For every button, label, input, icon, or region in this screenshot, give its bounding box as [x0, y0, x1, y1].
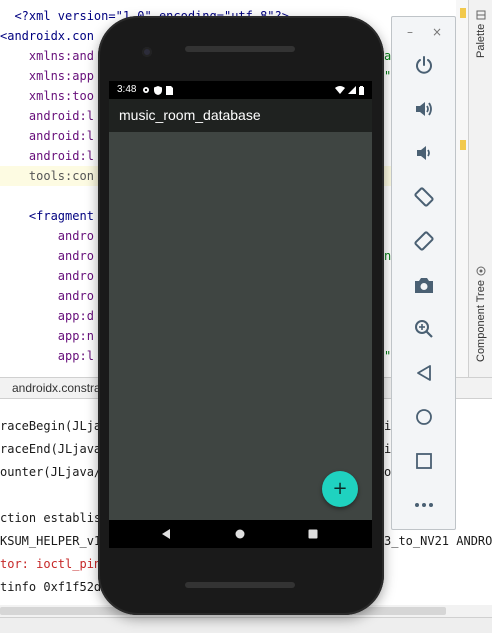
- volume-down-button[interactable]: [411, 140, 437, 166]
- side-tool-tabs: Palette Component Tree: [468, 0, 492, 377]
- rotate-right-icon: [414, 231, 434, 251]
- home-icon: [416, 409, 432, 425]
- nav-recents-button[interactable]: [293, 520, 333, 548]
- earpiece-speaker: [185, 46, 295, 52]
- component-tree-icon: [476, 266, 486, 276]
- app-content-area[interactable]: [109, 132, 372, 520]
- rotate-right-button[interactable]: [411, 228, 437, 254]
- add-fab-button[interactable]: +: [322, 471, 358, 507]
- nav-back-button[interactable]: [146, 520, 186, 548]
- rotate-left-button[interactable]: [411, 184, 437, 210]
- more-icon: [415, 503, 433, 507]
- overview-button[interactable]: [411, 448, 437, 474]
- back-triangle-icon: [162, 529, 170, 539]
- zoom-button[interactable]: [411, 316, 437, 342]
- component-tree-tab[interactable]: Component Tree: [471, 258, 491, 362]
- bottom-speaker: [185, 582, 295, 588]
- ide-status-bar: [0, 617, 492, 633]
- volume-up-icon: [416, 102, 432, 116]
- palette-tab-label: Palette: [475, 23, 487, 58]
- warning-marker[interactable]: [460, 8, 466, 18]
- zoom-icon: [415, 320, 433, 338]
- power-button[interactable]: [411, 52, 437, 78]
- wifi-icon: [335, 86, 345, 94]
- nav-home-button[interactable]: [220, 520, 260, 548]
- front-camera: [142, 47, 152, 57]
- breadcrumb-item[interactable]: androidx.constra: [12, 381, 101, 395]
- editor-marker-strip: [456, 0, 468, 377]
- android-nav-bar: [109, 520, 372, 548]
- home-button[interactable]: [411, 404, 437, 430]
- minimize-button[interactable]: –: [400, 23, 420, 41]
- status-time: 3:48: [117, 84, 137, 95]
- palette-tab[interactable]: Palette: [471, 6, 491, 58]
- plus-icon: +: [332, 478, 348, 499]
- recents-square-icon: [308, 529, 318, 539]
- close-button[interactable]: ×: [427, 23, 447, 41]
- emulator-screen[interactable]: 3:48 music_room_database +: [109, 81, 372, 548]
- app-title: music_room_database: [119, 107, 261, 123]
- battery-icon: [359, 85, 364, 95]
- volume-up-button[interactable]: [411, 96, 437, 122]
- rotate-left-icon: [414, 187, 434, 207]
- camera-icon: [415, 278, 433, 293]
- minimize-icon: –: [407, 25, 413, 39]
- home-circle-icon: [235, 529, 245, 539]
- android-status-bar: 3:48: [109, 81, 372, 99]
- volume-down-icon: [417, 146, 430, 160]
- warning-marker[interactable]: [460, 140, 466, 150]
- component-tree-tab-label: Component Tree: [475, 280, 487, 362]
- cell-signal-icon: [348, 86, 356, 94]
- sim-card-icon: [166, 85, 173, 95]
- settings-gear-icon: [143, 87, 149, 93]
- more-button[interactable]: [411, 492, 437, 518]
- overview-icon: [416, 453, 432, 469]
- emulator-toolbar: – ×: [391, 16, 456, 530]
- screenshot-button[interactable]: [411, 272, 437, 298]
- log-line-tail: 3_to_NV21 ANDROI: [384, 534, 492, 548]
- app-bar: music_room_database: [109, 99, 372, 132]
- shield-icon: [154, 85, 162, 95]
- back-button[interactable]: [411, 360, 437, 386]
- palette-icon: [476, 10, 486, 20]
- close-icon: ×: [431, 25, 443, 39]
- back-icon: [417, 365, 431, 381]
- power-icon: [416, 56, 432, 74]
